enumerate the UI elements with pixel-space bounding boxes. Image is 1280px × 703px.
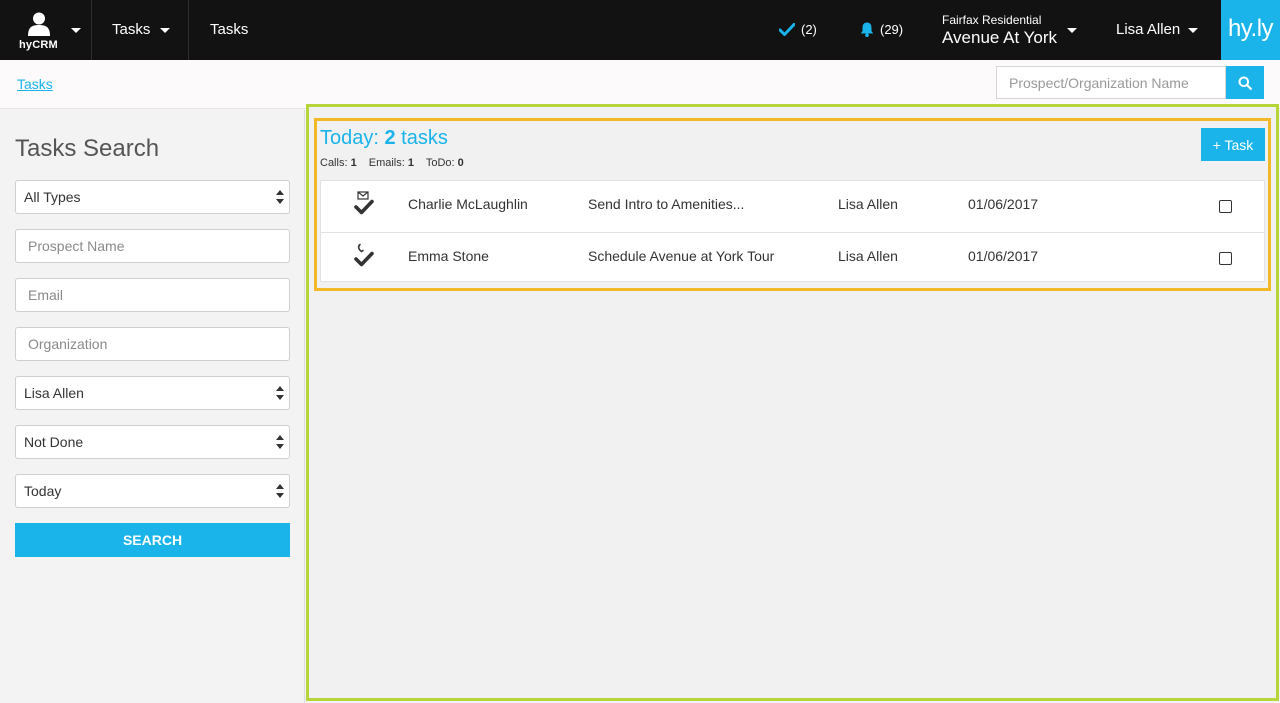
brand-label: hyCRM [19, 39, 58, 51]
tasks-main-panel: Today: 2 tasks Calls: 1 Emails: 1 ToDo: … [306, 104, 1279, 701]
tasks-menu[interactable]: Tasks [93, 0, 189, 60]
task-type-select[interactable]: All Types [15, 180, 290, 214]
task-prospect-name[interactable]: Charlie McLaughlin [408, 196, 528, 212]
property-switcher[interactable]: Fairfax Residential Avenue At York [942, 13, 1057, 48]
notifications-count: (29) [880, 22, 904, 37]
prospect-search-button[interactable] [1226, 66, 1264, 99]
calls-label: Calls: [320, 157, 351, 169]
task-subject[interactable]: Send Intro to Amenities... [588, 196, 744, 212]
search-button[interactable]: SEARCH [15, 523, 290, 557]
task-list: Charlie McLaughlin Send Intro to Ameniti… [320, 180, 1265, 282]
pending-tasks-indicator[interactable]: (2) [779, 22, 817, 37]
select-arrows-icon [276, 435, 284, 451]
task-due-date: 01/06/2017 [968, 196, 1039, 212]
organization-input[interactable] [15, 327, 290, 361]
user-icon [28, 12, 50, 36]
property-name: Avenue At York [942, 28, 1058, 47]
checkmark-icon [779, 23, 795, 36]
user-menu[interactable]: Lisa Allen [1116, 21, 1180, 38]
bell-icon [860, 22, 874, 37]
today-heading-prefix: Today: [320, 127, 385, 149]
select-arrows-icon [276, 484, 284, 500]
property-org: Fairfax Residential [942, 13, 1042, 27]
chevron-down-icon [71, 28, 81, 33]
chevron-down-icon [160, 28, 170, 33]
task-row[interactable]: Charlie McLaughlin Send Intro to Ameniti… [321, 181, 1264, 231]
today-task-count: 2 [384, 127, 396, 149]
todo-count: 0 [457, 157, 464, 169]
today-heading-suffix: tasks [395, 127, 448, 149]
task-type-value: All Types [24, 189, 81, 205]
emails-label: Emails: [368, 157, 408, 169]
today-tasks-panel: Today: 2 tasks Calls: 1 Emails: 1 ToDo: … [314, 118, 1271, 291]
chevron-down-icon[interactable] [1067, 28, 1077, 33]
tasks-nav-link[interactable]: Tasks [210, 21, 248, 38]
sidebar-title: Tasks Search [15, 135, 160, 162]
task-prospect-name[interactable]: Emma Stone [408, 248, 489, 264]
add-task-button[interactable]: + Task [1201, 128, 1265, 161]
task-owner: Lisa Allen [838, 248, 898, 264]
notifications-indicator[interactable]: (29) [860, 22, 903, 37]
date-range-select[interactable]: Today [15, 474, 290, 508]
task-done-checkbox[interactable] [1219, 200, 1232, 213]
search-icon [1238, 76, 1252, 90]
owner-select[interactable]: Lisa Allen [15, 376, 290, 410]
email-task-icon [354, 191, 374, 215]
task-subject[interactable]: Schedule Avenue at York Tour [588, 248, 774, 264]
breadcrumb-bar: Tasks [0, 60, 1280, 109]
emails-count: 1 [407, 157, 414, 169]
owner-value: Lisa Allen [24, 385, 84, 401]
hyly-logo[interactable]: hy.ly [1221, 0, 1280, 60]
task-owner: Lisa Allen [838, 196, 898, 212]
status-select[interactable]: Not Done [15, 425, 290, 459]
select-arrows-icon [276, 190, 284, 206]
task-row[interactable]: Emma Stone Schedule Avenue at York Tour … [321, 232, 1264, 282]
todo-label: ToDo: [425, 157, 458, 169]
breadcrumb[interactable]: Tasks [17, 76, 53, 92]
task-type-counts: Calls: 1 Emails: 1 ToDo: 0 [320, 157, 473, 169]
chevron-down-icon[interactable] [1188, 28, 1198, 33]
select-arrows-icon [276, 386, 284, 402]
call-task-icon [354, 243, 374, 267]
date-range-value: Today [24, 483, 62, 499]
prospect-name-input[interactable] [15, 229, 290, 263]
top-navbar: hyCRM Tasks Tasks (2) (29) Fairfax Resid… [0, 0, 1280, 60]
task-done-checkbox[interactable] [1219, 252, 1232, 265]
status-value: Not Done [24, 434, 84, 450]
task-due-date: 01/06/2017 [968, 248, 1039, 264]
tasks-menu-label: Tasks [112, 21, 151, 38]
pending-tasks-count: (2) [801, 22, 817, 37]
brand-menu[interactable]: hyCRM [0, 0, 92, 60]
email-input[interactable] [15, 278, 290, 312]
today-heading: Today: 2 tasks [320, 127, 448, 150]
prospect-search-input[interactable] [996, 66, 1226, 99]
calls-count: 1 [350, 157, 357, 169]
tasks-search-sidebar: Tasks Search All Types Lisa Allen Not Do… [0, 110, 305, 703]
